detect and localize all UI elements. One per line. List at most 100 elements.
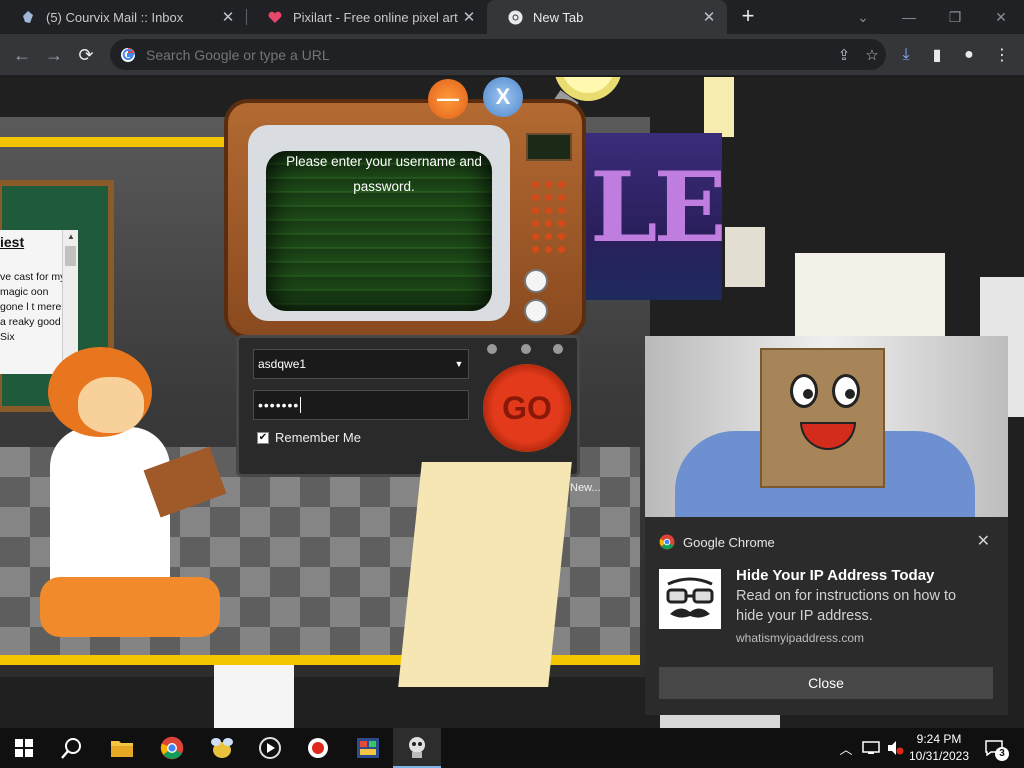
text-cursor — [300, 397, 302, 413]
speaker-dots — [529, 178, 569, 258]
disguise-glasses-icon — [659, 569, 721, 629]
google-g-icon — [121, 47, 135, 62]
back-arrow-icon[interactable]: ← — [8, 41, 36, 69]
restore-window-icon[interactable]: ❐ — [932, 0, 978, 34]
minimize-label: — — [437, 86, 459, 111]
file-explorer-icon[interactable] — [98, 728, 146, 768]
notification-title: Hide Your IP Address Today — [736, 567, 935, 584]
notification-app: Google Chrome — [659, 534, 775, 550]
monkey-face — [78, 377, 144, 433]
network-icon[interactable] — [860, 728, 882, 768]
browser-toolbar: ← → ⟳ ⇪ ☆ ⤓ ▮ ● ⋮ — [0, 34, 1024, 76]
media-player-icon[interactable] — [246, 728, 294, 768]
notification-count-badge: 3 — [995, 747, 1009, 761]
start-button[interactable] — [0, 728, 48, 768]
password-field[interactable]: ••••••• — [253, 390, 469, 420]
screen-recorder-icon[interactable] — [294, 728, 342, 768]
pixel-block — [214, 665, 294, 728]
dropdown-arrow-icon[interactable]: ▼ — [450, 359, 468, 369]
tab-title: New Tab — [533, 9, 584, 25]
password-input[interactable]: ••••••• — [258, 397, 299, 413]
notification-hero-image — [645, 336, 1008, 517]
omnibox[interactable]: ⇪ ☆ — [110, 39, 886, 70]
clock-date: 10/31/2023 — [908, 749, 970, 763]
notification-app-name: Google Chrome — [683, 534, 775, 550]
tab-search-chevron-icon[interactable]: ⌄ — [840, 0, 886, 34]
forward-arrow-icon[interactable]: → — [40, 41, 68, 69]
story-scroll-panel[interactable]: iest ve cast for my magic oon gone l t m… — [0, 230, 78, 374]
login-console: ▼ ••••••• ✔ Remember Me GO — [236, 335, 580, 477]
notification-source: whatismyipaddress.com — [736, 631, 865, 645]
notification-close-button[interactable]: Close — [659, 667, 993, 699]
pixel-block — [704, 77, 734, 137]
chrome-taskbar-icon[interactable] — [148, 728, 196, 768]
close-label: X — [495, 84, 511, 109]
minimize-game-button[interactable]: — — [428, 79, 468, 119]
windows-logo-icon — [15, 739, 33, 757]
tv-console: Please enter your username and password. — [224, 99, 586, 339]
eye — [790, 374, 818, 408]
new-tab-plus-icon[interactable]: + — [736, 5, 760, 29]
game-card-art: LE — [584, 133, 722, 300]
card-letters: LE — [590, 151, 722, 264]
monkey-legs — [40, 577, 220, 637]
username-input[interactable] — [258, 357, 450, 371]
tv-knob[interactable] — [524, 299, 548, 323]
close-game-button[interactable]: X — [483, 77, 523, 117]
monkey-lab-coat — [50, 427, 170, 597]
notification-close-icon[interactable]: ✕ — [977, 531, 990, 551]
indicator-light — [553, 344, 563, 354]
chrome-notification[interactable]: Google Chrome ✕ Hide Your IP Address Tod… — [645, 517, 1008, 715]
game-bee-app-icon[interactable] — [198, 728, 246, 768]
tab-close-icon[interactable]: ✕ — [220, 8, 236, 26]
username-field[interactable]: ▼ — [253, 349, 469, 379]
side-panel-icon[interactable]: ▮ — [923, 41, 951, 69]
oscilloscope-display — [526, 133, 572, 161]
clock-time: 9:24 PM — [916, 732, 962, 746]
tab-title: Pixilart - Free online pixel art dra — [293, 9, 461, 25]
show-hidden-icons-chevron-icon[interactable]: ︿ — [836, 728, 856, 768]
tab-new-tab[interactable]: New Tab ✕ — [487, 0, 727, 34]
download-icon[interactable]: ⤓ — [892, 41, 920, 69]
courvix-favicon-icon — [20, 9, 36, 25]
indicator-light — [521, 344, 531, 354]
pixel-block — [725, 227, 765, 287]
game-window-taskbar-icon[interactable] — [393, 728, 441, 768]
omnibox-input[interactable] — [146, 46, 830, 63]
tv-knob[interactable] — [524, 269, 548, 293]
profile-icon[interactable]: ● — [955, 41, 983, 69]
volume-muted-icon[interactable] — [884, 728, 906, 768]
reload-icon[interactable]: ⟳ — [72, 41, 100, 69]
menu-kebab-icon[interactable]: ⋮ — [988, 41, 1016, 69]
chrome-icon — [659, 534, 675, 550]
yellow-shelf — [0, 137, 230, 147]
remember-me-checkbox[interactable]: ✔ Remember Me — [257, 430, 361, 445]
scroll-thumb[interactable] — [65, 246, 76, 266]
eye — [832, 374, 860, 408]
share-icon[interactable]: ⇪ — [830, 41, 858, 69]
windows-taskbar: ︿ 9:24 PM 10/31/2023 3 — [0, 728, 1024, 768]
pixel-block — [795, 253, 945, 343]
login-prompt: Please enter your username and password. — [286, 154, 482, 194]
tab-close-icon[interactable]: ✕ — [461, 8, 477, 26]
bookmark-star-icon[interactable]: ☆ — [858, 41, 886, 69]
search-icon[interactable] — [48, 728, 96, 768]
system-clock[interactable]: 9:24 PM 10/31/2023 — [906, 731, 972, 765]
tab-pixilart[interactable]: Pixilart - Free online pixel art dra ✕ — [247, 0, 487, 34]
paper-printout — [398, 462, 572, 687]
pixilart-heart-icon — [267, 9, 283, 25]
chrome-icon — [507, 9, 523, 25]
tab-close-icon[interactable]: ✕ — [701, 8, 717, 26]
tab-title: (5) Courvix Mail :: Inbox — [46, 9, 184, 25]
tab-strip: (5) Courvix Mail :: Inbox ✕ Pixilart - F… — [0, 0, 1024, 34]
paint-app-icon[interactable] — [344, 728, 392, 768]
checkbox-check-icon[interactable]: ✔ — [257, 431, 269, 444]
notification-body: Read on for instructions on how to hide … — [736, 588, 957, 624]
close-window-icon[interactable]: ✕ — [978, 0, 1024, 34]
go-button[interactable]: GO — [483, 364, 571, 452]
tab-courvix-mail[interactable]: (5) Courvix Mail :: Inbox ✕ — [0, 0, 246, 34]
minimize-window-icon[interactable]: — — [886, 0, 932, 34]
scroll-up-icon[interactable]: ▲ — [63, 230, 78, 244]
go-label: GO — [502, 389, 552, 426]
new-link[interactable]: New... — [570, 482, 601, 494]
